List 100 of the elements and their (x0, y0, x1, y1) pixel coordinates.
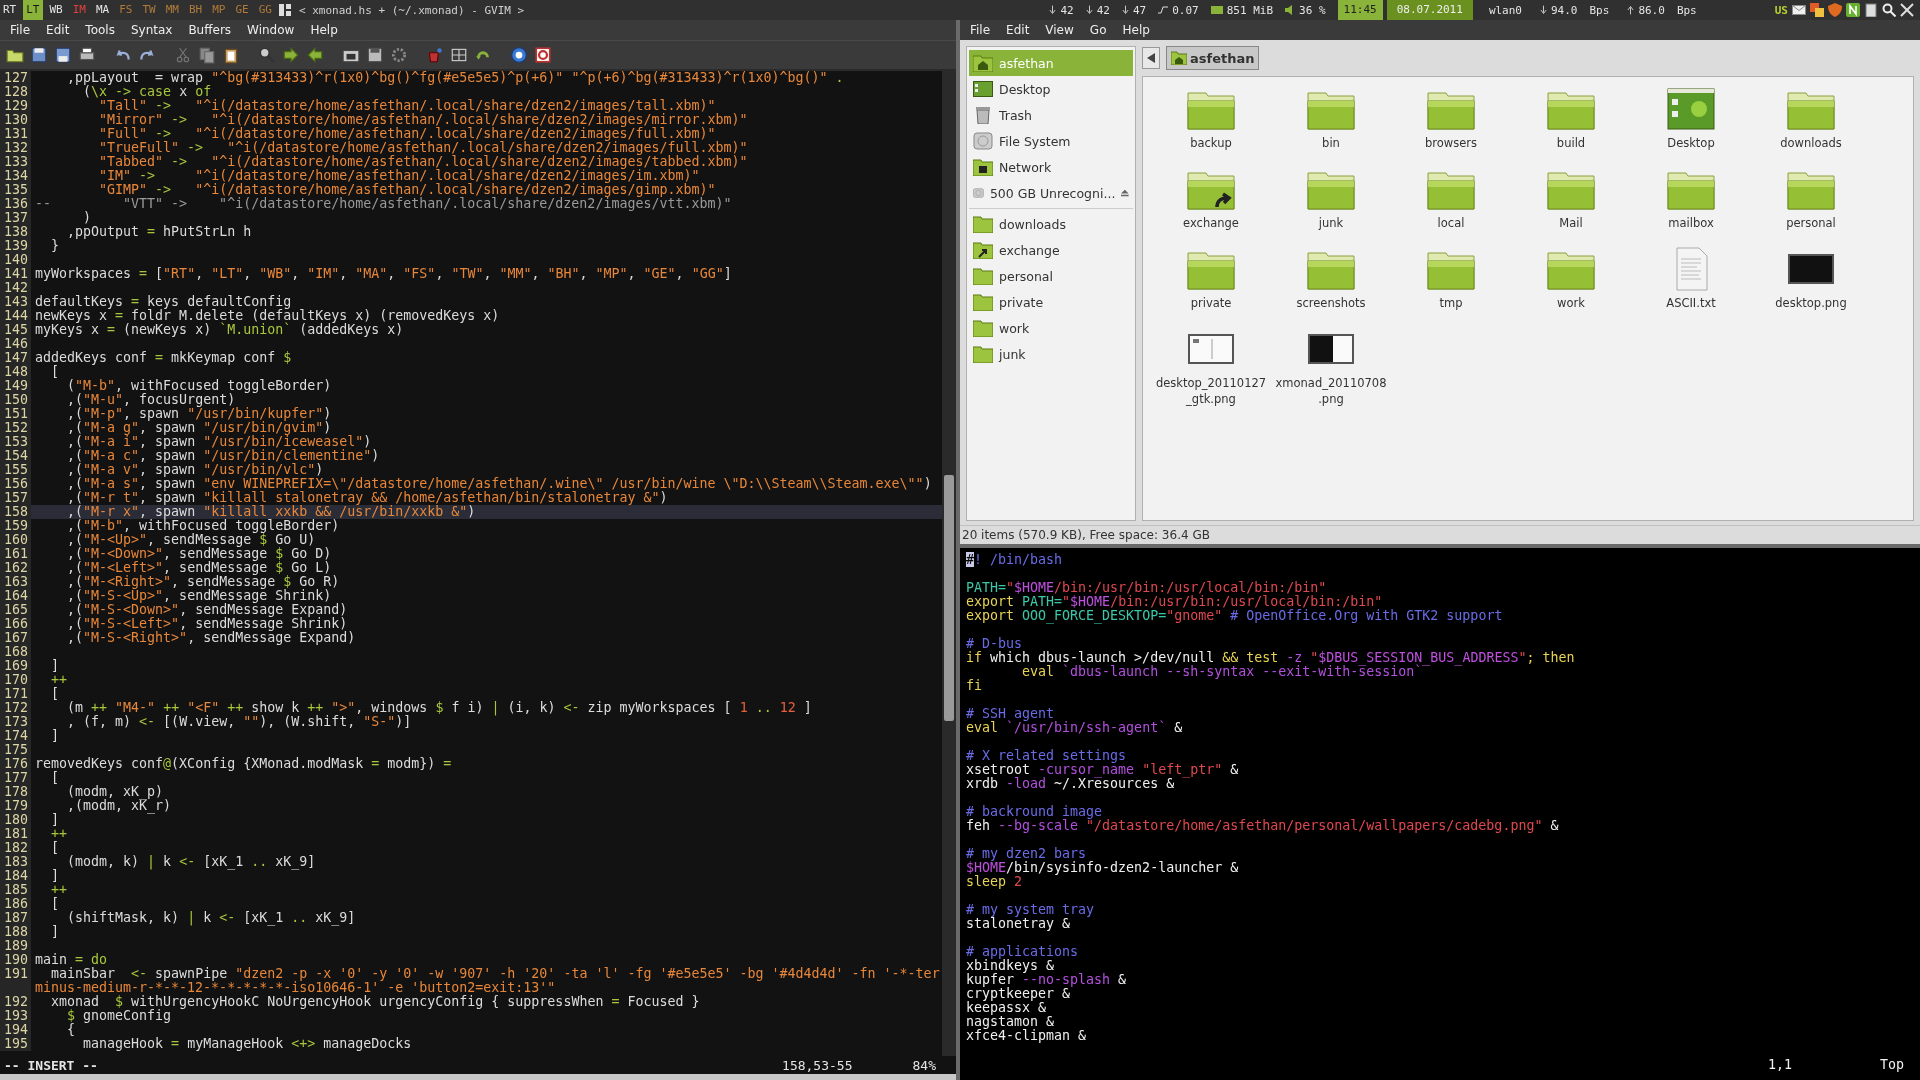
shield-icon[interactable] (1828, 3, 1842, 17)
sidebar-item[interactable]: personal (969, 263, 1133, 289)
magnifier-icon[interactable] (258, 46, 276, 64)
terminal-line: cryptkeeper & (966, 987, 1071, 1001)
icon-view-entry[interactable]: bin (1271, 87, 1391, 167)
code-line: ] (50, 869, 61, 883)
clipboard-icon[interactable] (222, 46, 240, 64)
icon-view-entry[interactable]: browsers (1391, 87, 1511, 167)
terminal-line: if which dbus-launch >/dev/null && test -z "$DBUS_SESSION_BUS_ADDRESS"; then (966, 651, 1575, 665)
floppy-icon[interactable] (30, 46, 48, 64)
sidebar-item[interactable]: private (969, 289, 1133, 315)
line-number: 169 (0, 659, 31, 673)
floppy-icon[interactable] (366, 46, 384, 64)
sidebar-item[interactable]: downloads (969, 211, 1133, 237)
icon-view-entry[interactable]: desktop_20110127_gtk.png (1151, 327, 1271, 407)
icon-view-entry[interactable]: Desktop (1631, 87, 1751, 167)
sidebar-item[interactable]: Trash (969, 102, 1133, 128)
path-button[interactable]: asfethan (1166, 46, 1260, 70)
code-editor[interactable] (0, 69, 956, 1056)
letter-tile-icon[interactable] (1846, 3, 1860, 17)
sidebar-item[interactable]: exchange (969, 237, 1133, 263)
icon-view-entry[interactable]: Mail (1511, 167, 1631, 247)
load-icon (1158, 5, 1169, 15)
sidebar-item[interactable]: work (969, 315, 1133, 341)
eject-icon[interactable] (1121, 187, 1129, 199)
menu-item[interactable]: File (4, 23, 37, 37)
floppy-icon[interactable] (54, 46, 72, 64)
back-button[interactable] (1142, 47, 1160, 69)
clipboard-icon[interactable] (1864, 3, 1878, 17)
code-line: (modm, xK_p) (66, 785, 164, 799)
menu-item[interactable]: View (1039, 23, 1080, 37)
icon-view-entry[interactable]: screenshots (1271, 247, 1391, 327)
line-number: 128 (0, 85, 31, 99)
code-line: ] (50, 659, 61, 673)
workspace-tab[interactable]: GG (255, 0, 275, 20)
icon-view-entry[interactable]: local (1391, 167, 1511, 247)
code-line: ,("M-a v", spawn "/usr/bin/vlc") (66, 463, 325, 477)
gear-icon[interactable] (390, 46, 408, 64)
help-icon[interactable] (510, 46, 528, 64)
sidebar-item[interactable]: 500 GB Unrecogni... (969, 180, 1133, 206)
icon-view-entry[interactable]: desktop.png (1751, 247, 1871, 327)
bucket-icon[interactable] (426, 46, 444, 64)
menu-item[interactable]: Edit (40, 23, 76, 37)
icon-view-entry[interactable]: mailbox (1631, 167, 1751, 247)
code-line: ] (50, 813, 61, 827)
windows-icon[interactable] (1810, 3, 1824, 17)
icon-view-entry[interactable]: personal (1751, 167, 1871, 247)
workspace-tab[interactable]: FS (116, 0, 136, 20)
workspace-tab[interactable]: RT (0, 0, 20, 20)
menu-item[interactable]: Edit (1000, 23, 1036, 37)
icon-view-entry[interactable]: xmonad_20110708.png (1271, 327, 1391, 407)
sidebar-item[interactable]: File System (969, 128, 1133, 154)
sidebar-item[interactable]: junk (969, 341, 1133, 367)
workspace-tab[interactable]: LT (23, 0, 43, 20)
workspace-tab[interactable]: MM (162, 0, 182, 20)
workspace-tab[interactable]: MA (93, 0, 113, 20)
icon-view-entry[interactable]: backup (1151, 87, 1271, 167)
cursor-position: 158,53-55 (782, 1057, 853, 1073)
menu-item[interactable]: Syntax (124, 23, 179, 37)
right-arrow-icon[interactable] (282, 46, 300, 64)
lifebuoy-icon[interactable] (534, 46, 552, 64)
menu-item[interactable]: File (964, 23, 997, 37)
scrollbar-thumb[interactable] (944, 474, 954, 722)
menu-item[interactable]: Tools (79, 23, 121, 37)
workspace-tab[interactable]: WB (46, 0, 66, 20)
icon-view-entry[interactable]: tmp (1391, 247, 1511, 327)
line-number: 177 (0, 771, 31, 785)
icon-view-entry[interactable]: downloads (1751, 87, 1871, 167)
copy-icon[interactable] (198, 46, 216, 64)
menu-item[interactable]: Buffers (182, 23, 238, 37)
line-number: 170 (0, 673, 31, 687)
icon-view-entry[interactable]: exchange (1151, 167, 1271, 247)
memory-icon (1210, 5, 1223, 15)
line-number: 141 (0, 267, 31, 281)
magnifier-icon[interactable] (1882, 3, 1896, 17)
icon-view-entry[interactable]: private (1151, 247, 1271, 327)
terminal[interactable] (960, 548, 1920, 1080)
icon-view-entry[interactable]: ASCII.txt (1631, 247, 1751, 327)
keyboard-layout[interactable]: US (1774, 3, 1788, 17)
icon-view-entry[interactable]: junk (1271, 167, 1391, 247)
icon-view-entry[interactable]: build (1511, 87, 1631, 167)
down-arrow-icon (1085, 5, 1093, 15)
down-arrow-icon (1049, 5, 1057, 15)
scissors-icon[interactable] (174, 46, 192, 64)
workspace-tab[interactable]: MP (209, 0, 229, 20)
icon-view-entry[interactable]: work (1511, 247, 1631, 327)
workspace-tab[interactable]: TW (139, 0, 159, 20)
code-line: main = do (34, 953, 109, 967)
workspace-tab[interactable]: GE (232, 0, 252, 20)
sidebar-item[interactable]: Desktop (969, 76, 1133, 102)
left-arrow-icon[interactable] (306, 46, 324, 64)
sidebar-item[interactable]: Network (969, 154, 1133, 180)
terminal-line: fi (966, 679, 982, 693)
workspace-tab[interactable]: BH (186, 0, 206, 20)
menu-item[interactable]: Window (241, 23, 301, 37)
menu-item[interactable]: Help (1116, 23, 1156, 37)
scrollbar[interactable] (942, 71, 956, 1056)
menu-item[interactable]: Help (304, 23, 344, 37)
grid-icon[interactable] (450, 46, 468, 64)
menu-item[interactable]: Go (1083, 23, 1113, 37)
